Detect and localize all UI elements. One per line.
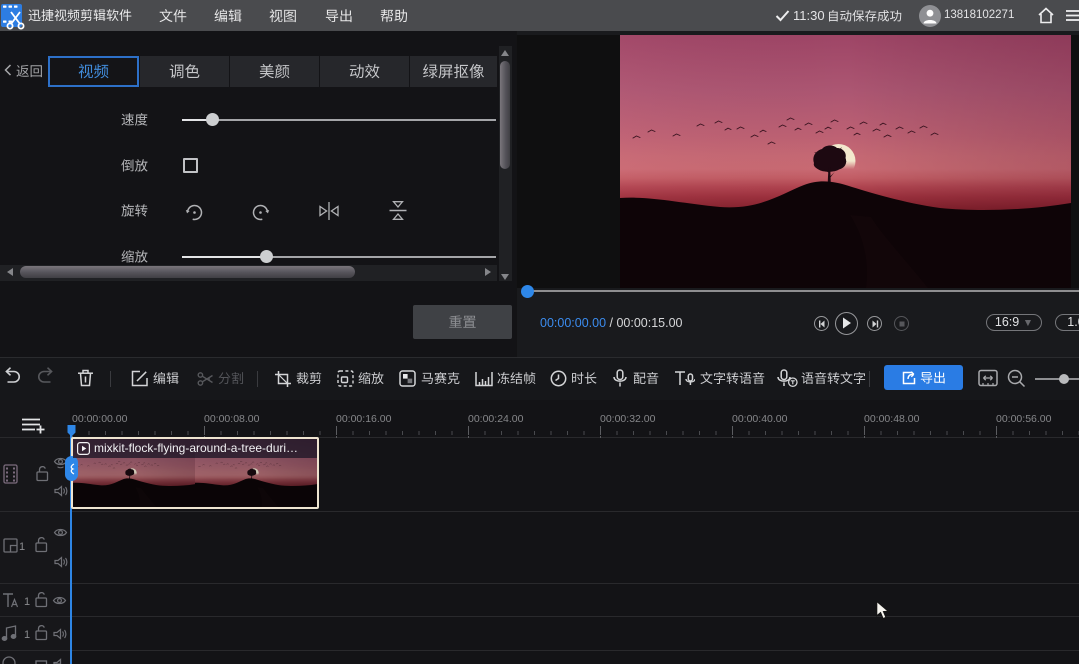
svg-text:1: 1 <box>19 541 25 553</box>
svg-text:1: 1 <box>24 629 30 641</box>
svg-text:1: 1 <box>24 596 30 608</box>
